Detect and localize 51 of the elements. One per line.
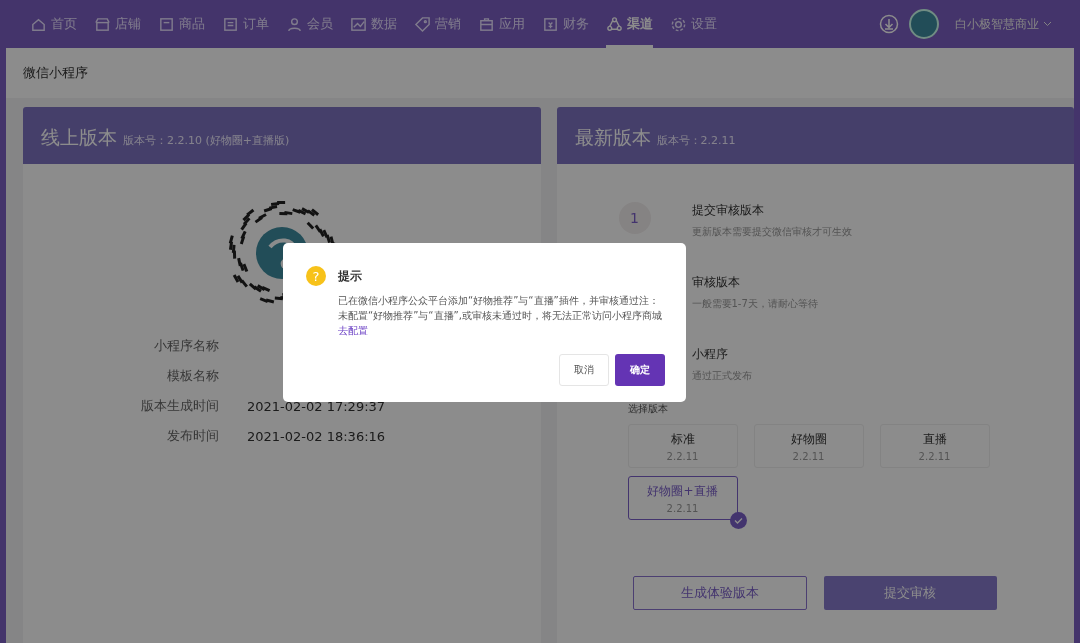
- shop-icon: [94, 15, 111, 33]
- generate-trial-button[interactable]: 生成体验版本: [632, 576, 807, 610]
- page-title: 微信小程序: [6, 48, 1074, 98]
- step-number: 1: [618, 202, 651, 234]
- detail-label: 小程序名称: [153, 337, 220, 355]
- cancel-button[interactable]: 取消: [559, 354, 609, 386]
- nav-tab[interactable]: 首页: [30, 0, 77, 48]
- avatar[interactable]: [909, 9, 939, 39]
- submit-review-button[interactable]: 提交审核: [823, 576, 997, 610]
- check-icon: [729, 512, 747, 529]
- configure-link[interactable]: 去配置: [338, 325, 368, 336]
- person-icon: [286, 15, 303, 33]
- detail-label: 发布时间: [166, 427, 220, 445]
- detail-value: 2021-02-02 17:29:37: [247, 398, 386, 414]
- settings-icon: [670, 15, 687, 33]
- version-option[interactable]: 好物圈+直播 2.2.11: [627, 476, 738, 520]
- network-icon: [606, 15, 623, 33]
- chart-icon: [350, 15, 367, 33]
- nav-tab[interactable]: 订单: [222, 0, 269, 48]
- version-option[interactable]: 标准 2.2.11: [627, 424, 738, 468]
- nav-tab[interactable]: 应用: [478, 0, 525, 48]
- nav-tab[interactable]: 营销: [414, 0, 461, 48]
- detail-label: 版本生成时间: [140, 397, 220, 415]
- nav-tab[interactable]: 数据: [350, 0, 397, 48]
- nav-tab[interactable]: 设置: [670, 0, 717, 48]
- version-option[interactable]: 直播 2.2.11: [879, 424, 990, 468]
- card-title: 最新版本: [574, 125, 651, 150]
- dialog-message: 已在微信小程序公众平台添加“好物推荐”与“直播”插件，并审核通过注：未配置“好物推荐”与“直播”,或审核未通过时，将无法正常访问小程序商城 去配置: [338, 294, 663, 338]
- step-title: 小程序: [691, 346, 729, 363]
- nav-tab[interactable]: 会员: [286, 0, 333, 48]
- dialog-title: 提示: [338, 267, 362, 285]
- detail-value: 2021-02-02 18:36:16: [247, 428, 386, 444]
- step-title: 提交审核版本: [691, 202, 765, 219]
- card-title: 线上版本: [41, 125, 117, 150]
- tag-icon: [414, 15, 431, 33]
- document-icon: [222, 15, 239, 33]
- download-icon[interactable]: [879, 14, 899, 34]
- confirm-button[interactable]: 确定: [615, 354, 665, 386]
- nav-tab[interactable]: 店铺: [94, 0, 141, 48]
- receipt-icon: [542, 15, 559, 33]
- step-title: 审核版本: [691, 274, 741, 291]
- box-icon: [158, 15, 175, 33]
- version-option[interactable]: 好物圈 2.2.11: [753, 424, 864, 468]
- caret-icon: [1043, 21, 1052, 27]
- briefcase-icon: [478, 15, 495, 33]
- nav-tab[interactable]: 财务: [542, 0, 589, 48]
- question-icon: ?: [306, 266, 326, 286]
- detail-label: 模板名称: [166, 367, 220, 385]
- account-menu[interactable]: 白小极智慧商业: [949, 14, 1058, 34]
- nav-tab[interactable]: 商品: [158, 0, 205, 48]
- select-version-label: 选择版本: [627, 402, 669, 416]
